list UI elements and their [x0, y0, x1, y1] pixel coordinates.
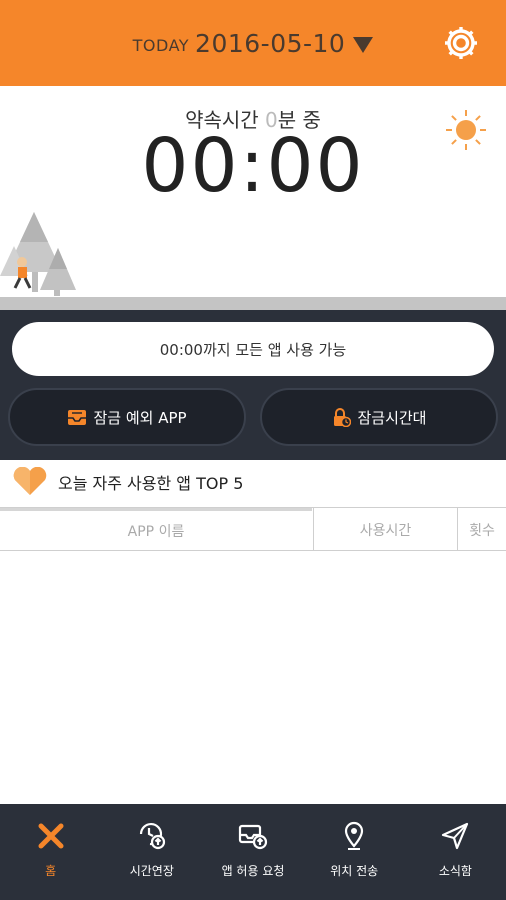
- ground-divider: [0, 297, 506, 310]
- date-selector[interactable]: TODAY 2016-05-10: [0, 0, 506, 86]
- lock-clock-icon: [334, 408, 352, 427]
- heart-icon: [13, 467, 47, 495]
- timer-display: 00:00: [141, 123, 365, 209]
- lock-exception-app-label: 잠금 예외 APP: [93, 408, 187, 427]
- nav-location-send-label: 위치 전송: [330, 864, 379, 878]
- send-icon: [442, 822, 469, 850]
- nav-inbox-label: 소식함: [438, 864, 472, 878]
- nav-home[interactable]: 홈: [0, 804, 101, 900]
- caret-down-icon[interactable]: [353, 37, 374, 53]
- date-value[interactable]: 2016-05-10: [195, 29, 345, 58]
- top5-table-header: APP 이름 사용시간 횟수: [0, 507, 506, 551]
- gear-icon[interactable]: [440, 22, 482, 64]
- column-usage-time: 사용시간: [313, 508, 457, 551]
- nav-home-label: 홈: [45, 864, 57, 878]
- tree-runner-illustration: [0, 212, 76, 296]
- home-x-icon: [38, 823, 64, 849]
- lock-exception-app-button[interactable]: 잠금 예외 APP: [8, 388, 246, 446]
- column-app-name: APP 이름: [0, 508, 312, 551]
- column-count: 횟수: [457, 508, 506, 551]
- nav-location-send[interactable]: 위치 전송: [304, 804, 405, 900]
- location-pin-icon: [345, 821, 364, 850]
- lock-time-label: 잠금시간대: [357, 408, 427, 427]
- header-bar: TODAY 2016-05-10: [0, 0, 506, 86]
- nav-time-extend-label: 시간연장: [129, 864, 174, 878]
- nav-time-extend[interactable]: 시간연장: [101, 804, 202, 900]
- lock-time-button[interactable]: 잠금시간대: [260, 388, 498, 446]
- status-message: 00:00까지 모든 앱 사용 가능: [12, 322, 494, 376]
- bottom-nav: 홈 시간연장 앱 허용 요청 위치 전송 소식함: [0, 804, 506, 900]
- nav-app-request[interactable]: 앱 허용 요청: [202, 804, 303, 900]
- sun-icon: [446, 110, 486, 150]
- top5-title: 오늘 자주 사용한 앱 TOP 5: [58, 474, 244, 493]
- nav-app-request-label: 앱 허용 요청: [221, 864, 285, 878]
- today-label: TODAY: [132, 35, 190, 55]
- top5-header: 오늘 자주 사용한 앱 TOP 5: [0, 460, 506, 504]
- inbox-icon: [68, 410, 87, 425]
- time-extend-icon: [139, 822, 165, 850]
- app-request-icon: [238, 824, 268, 850]
- nav-inbox[interactable]: 소식함: [405, 804, 506, 900]
